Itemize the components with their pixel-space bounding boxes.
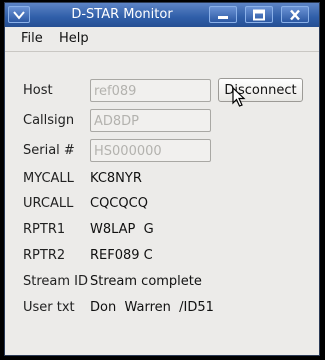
urcall-label: URCALL [23, 196, 74, 211]
streamid-label: Stream ID [23, 274, 89, 289]
serial-field[interactable] [90, 139, 211, 162]
disconnect-button[interactable]: Disconnect [218, 78, 303, 102]
mycall-value: KC8NYR [90, 171, 142, 186]
rptr2-value: REF089 C [90, 248, 153, 263]
chevron-down-icon [13, 10, 25, 20]
window-title: D-STAR Monitor [71, 7, 173, 22]
serial-label: Serial # [23, 143, 75, 158]
rptr1-label: RPTR1 [23, 222, 66, 237]
callsign-field[interactable] [90, 109, 211, 132]
mycall-label: MYCALL [23, 171, 74, 186]
rptr2-label: RPTR2 [23, 248, 66, 263]
host-label: Host [23, 83, 53, 98]
usertxt-value: Don Warren /ID51 [90, 300, 214, 315]
serial-input[interactable] [91, 141, 210, 162]
main-window: D-STAR Monitor File Help Host Disconnect… [4, 2, 320, 356]
maximize-icon [253, 9, 265, 20]
callsign-label: Callsign [23, 113, 75, 128]
urcall-value: CQCQCQ [90, 196, 148, 211]
close-icon [290, 9, 300, 20]
host-field[interactable] [90, 79, 211, 102]
mouse-pointer-icon [232, 87, 246, 107]
minimize-icon [218, 15, 228, 19]
minimize-button[interactable] [209, 6, 237, 23]
title-bar[interactable]: D-STAR Monitor [5, 3, 319, 27]
maximize-button[interactable] [245, 6, 273, 23]
streamid-value: Stream complete [90, 274, 202, 289]
menu-file[interactable]: File [21, 31, 43, 47]
menu-help[interactable]: Help [59, 31, 89, 47]
host-input[interactable] [91, 81, 210, 102]
rptr1-value: W8LAP G [90, 222, 154, 237]
close-button[interactable] [281, 6, 309, 23]
callsign-input[interactable] [91, 111, 210, 132]
window-menu-button[interactable] [8, 6, 30, 23]
usertxt-label: User txt [23, 300, 75, 315]
menu-bar: File Help [5, 27, 319, 52]
